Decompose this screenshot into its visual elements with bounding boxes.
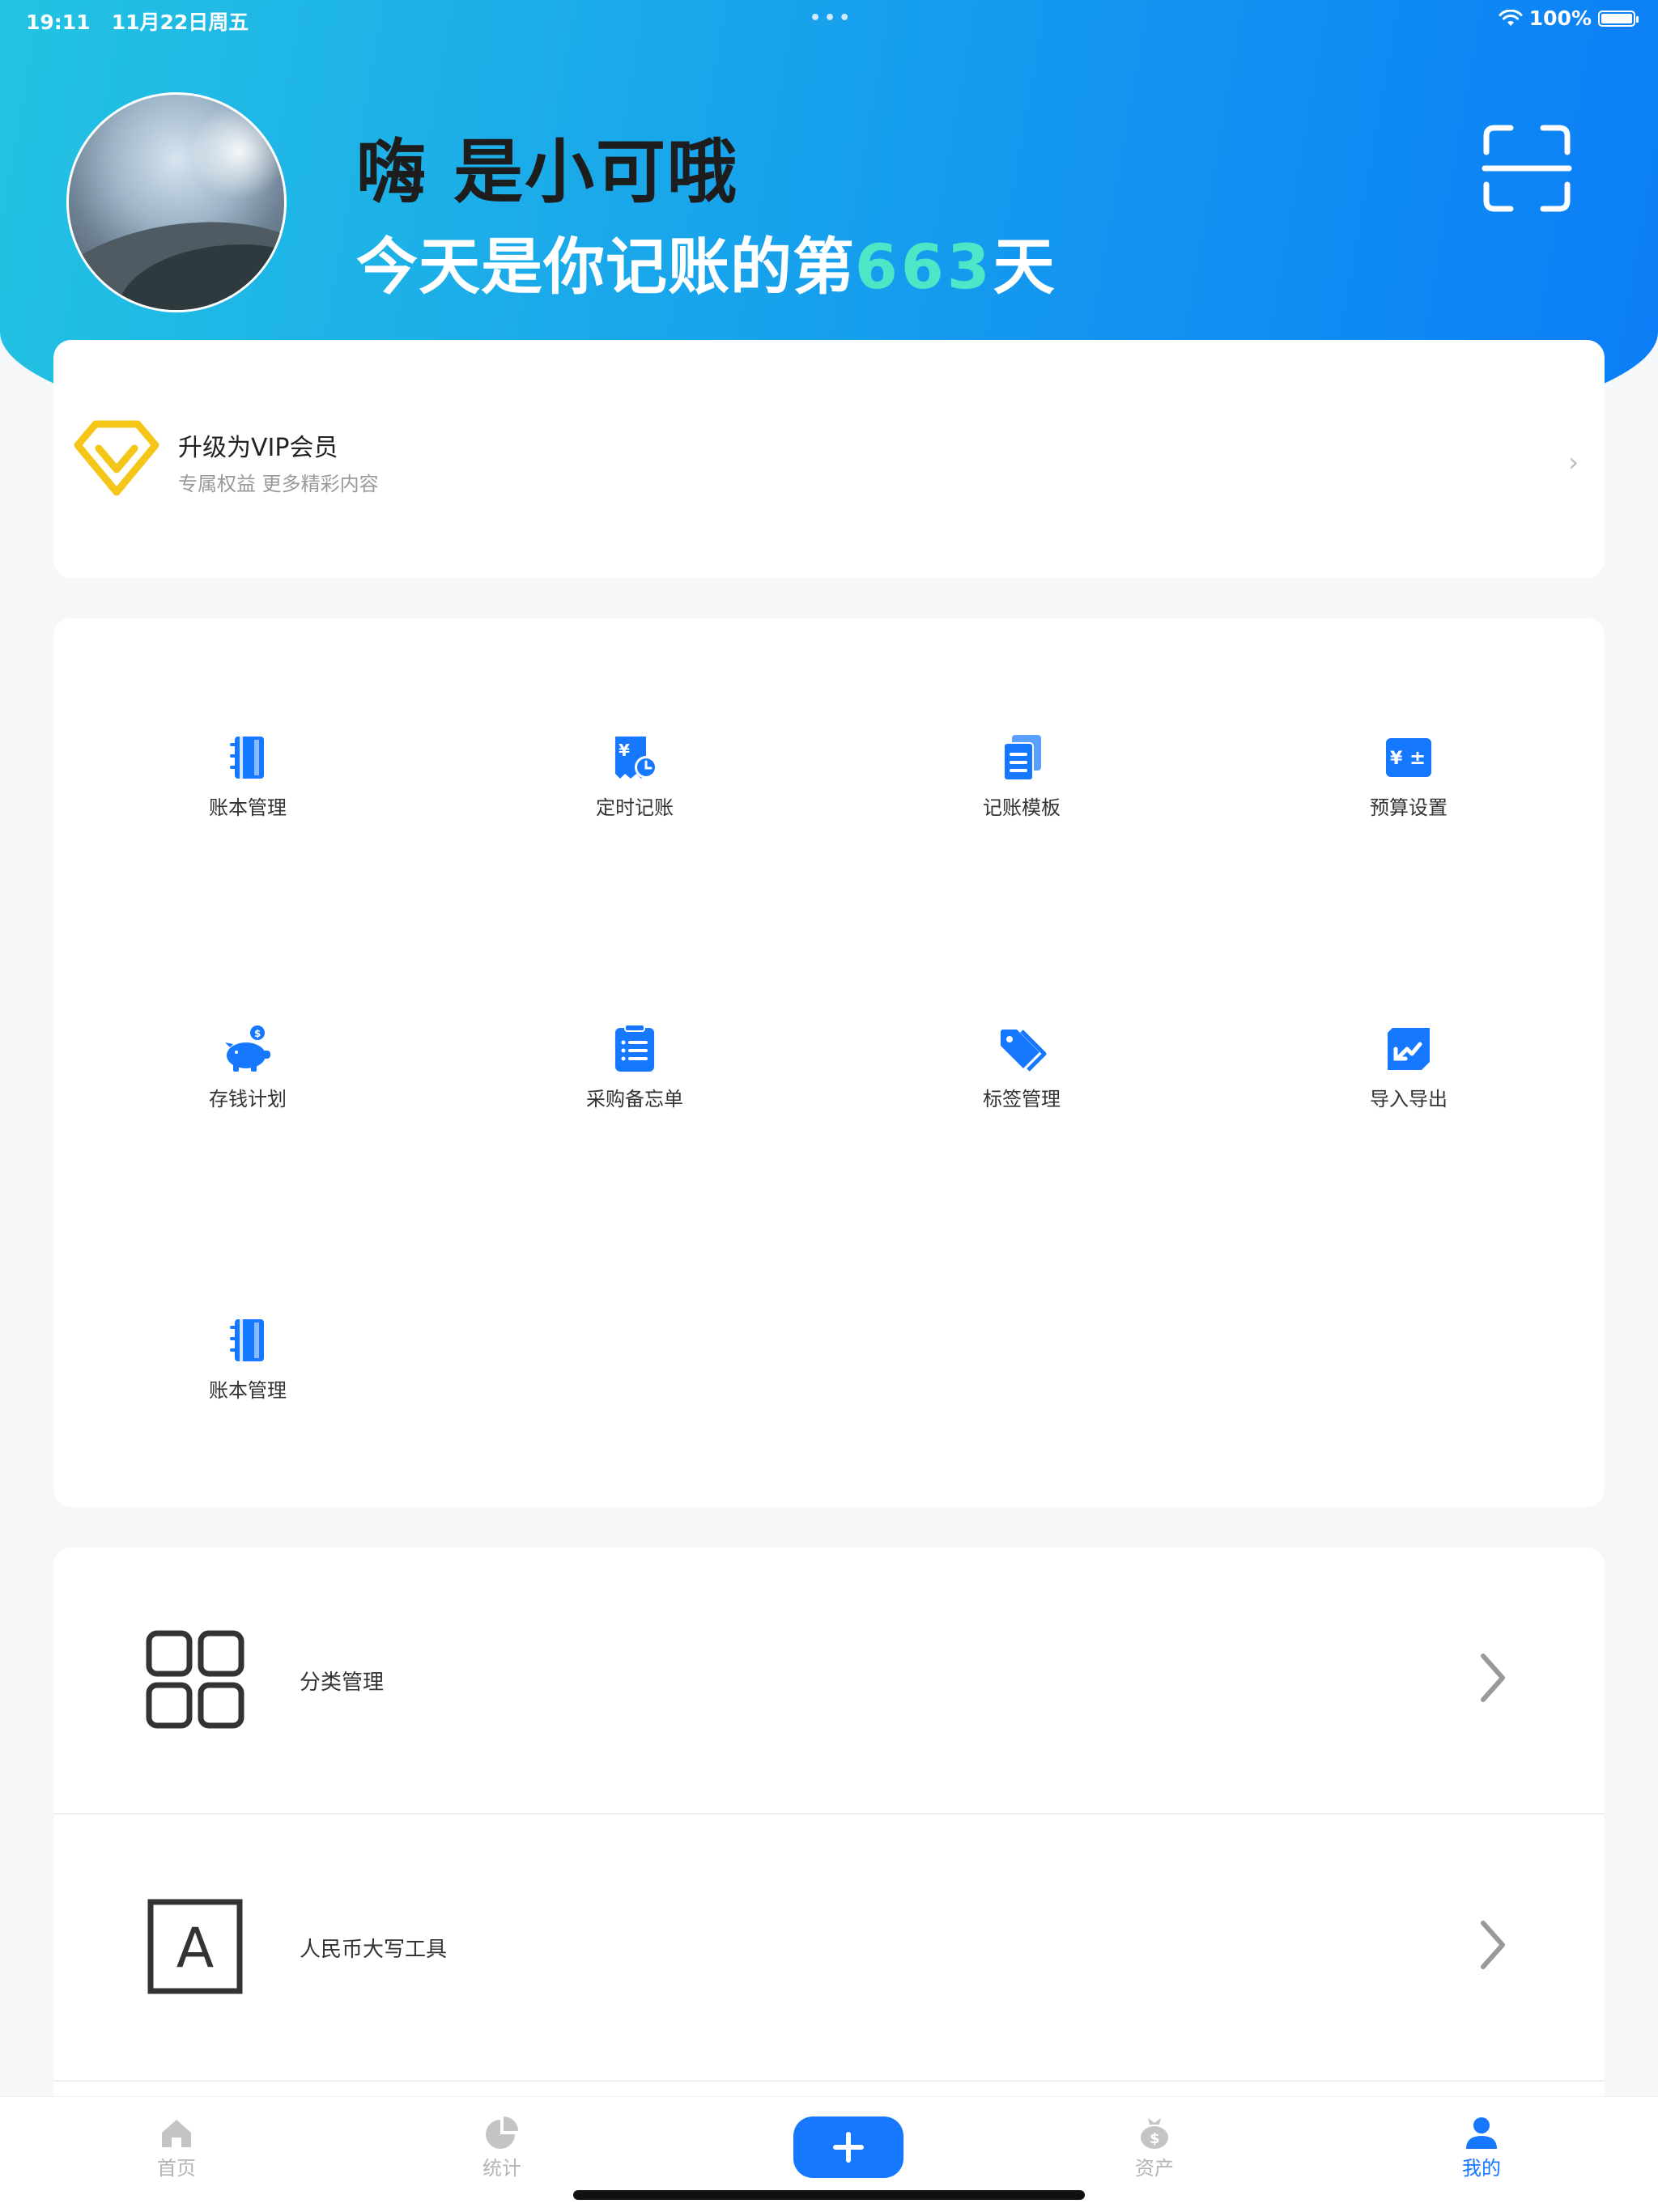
- battery-percent: 100%: [1528, 6, 1592, 30]
- vip-title: 升级为VIP会员: [178, 434, 338, 462]
- svg-text:¥: ¥: [1390, 749, 1403, 769]
- grid-item-purchase-memo[interactable]: 采购备忘单: [513, 1023, 756, 1136]
- grid-item-label: 采购备忘单: [586, 1088, 683, 1110]
- chevron-right-icon: ›: [1568, 447, 1579, 478]
- vip-diamond-icon: [74, 420, 159, 496]
- subtitle-suffix: 天: [993, 231, 1056, 303]
- budget-calculator-icon: ¥ ±: [1386, 738, 1431, 777]
- grid-item-bill-template[interactable]: 记账模板: [900, 732, 1143, 845]
- tab-label: 我的: [1462, 2157, 1501, 2180]
- tag-icon: [1001, 1030, 1047, 1072]
- status-bar: 19:11 11月22日周五 ••• 100%: [0, 0, 1658, 39]
- list-item-rmb-uppercase-tool[interactable]: A 人民币大写工具: [53, 1815, 1605, 2082]
- tab-home[interactable]: 首页: [112, 2115, 241, 2180]
- grid-item-budget-settings[interactable]: ¥ ± 预算设置: [1287, 732, 1530, 845]
- status-time-date: 19:11 11月22日周五: [26, 6, 249, 36]
- tab-statistics[interactable]: 统计: [437, 2115, 567, 2180]
- ledger-book-icon: [230, 737, 264, 779]
- grid-item-label: 账本管理: [209, 1379, 287, 1402]
- tab-label: 首页: [157, 2157, 196, 2180]
- money-bag-icon: $: [1141, 2118, 1168, 2149]
- status-right-group: 100%: [1499, 6, 1639, 30]
- grid-item-tag-management[interactable]: 标签管理: [900, 1023, 1143, 1136]
- chevron-right-icon: [1481, 1654, 1505, 1702]
- grid-item-import-export[interactable]: 导入导出: [1287, 1023, 1530, 1136]
- template-docs-icon: [1003, 735, 1041, 781]
- grid-item-ledger-management[interactable]: 账本管理: [126, 732, 369, 845]
- checklist-icon: [615, 1024, 654, 1072]
- tab-label: 资产: [1135, 2157, 1174, 2180]
- svg-text:¥: ¥: [619, 741, 630, 760]
- piggy-bank-icon: $: [225, 1025, 270, 1072]
- add-record-button[interactable]: [793, 2116, 903, 2178]
- home-indicator[interactable]: [573, 2190, 1085, 2200]
- tools-grid-card: 账本管理 ¥ 定时记账 记账模板 ¥ ± 预算设置 $ 存钱计划 采购备忘单 标…: [53, 618, 1605, 1507]
- greeting-title: 嗨 是小可哦: [356, 132, 738, 213]
- svg-text:$: $: [254, 1028, 261, 1039]
- days-count: 663: [855, 231, 993, 303]
- scheduled-bill-icon: ¥: [615, 737, 657, 779]
- wifi-icon: [1499, 9, 1523, 26]
- settings-list-card: 分类管理 A 人民币大写工具: [53, 1548, 1605, 2114]
- grid-item-scheduled-bill[interactable]: ¥ 定时记账: [513, 732, 756, 845]
- letter-a-icon: A: [147, 1899, 243, 1994]
- tab-label: 统计: [483, 2157, 521, 2180]
- grid-item-label: 定时记账: [596, 796, 674, 819]
- plus-icon: [833, 2132, 864, 2163]
- grid-item-label: 存钱计划: [209, 1088, 287, 1110]
- chevron-right-icon: [1481, 1921, 1505, 1969]
- category-grid-icon: [146, 1630, 244, 1729]
- svg-text:$: $: [1150, 2130, 1160, 2147]
- list-item-label: 分类管理: [300, 1671, 385, 1695]
- grid-item-label: 标签管理: [983, 1088, 1061, 1110]
- bookkeeping-days-text: 今天是你记账的第663天: [356, 217, 1056, 306]
- grid-item-label: 记账模板: [983, 796, 1061, 819]
- multitasking-dots[interactable]: •••: [810, 8, 853, 28]
- list-item-category-management[interactable]: 分类管理: [53, 1548, 1605, 1815]
- avatar[interactable]: [66, 92, 287, 312]
- grid-item-ledger-management-2[interactable]: 账本管理: [126, 1314, 369, 1428]
- import-export-icon: [1388, 1028, 1430, 1070]
- list-item-label: 人民币大写工具: [300, 1938, 448, 1962]
- grid-item-label: 账本管理: [209, 796, 287, 819]
- status-date: 11月22日周五: [111, 11, 249, 34]
- status-time: 19:11: [26, 11, 91, 34]
- pie-chart-icon: [486, 2116, 518, 2149]
- grid-item-savings-plan[interactable]: $ 存钱计划: [126, 1023, 369, 1136]
- home-icon: [162, 2120, 191, 2147]
- tab-mine[interactable]: 我的: [1417, 2115, 1546, 2180]
- subtitle-prefix: 今天是你记账的第: [356, 231, 855, 303]
- person-icon: [1466, 2117, 1497, 2149]
- grid-item-label: 预算设置: [1370, 796, 1448, 819]
- vip-subtitle: 专属权益 更多精彩内容: [178, 473, 379, 495]
- ledger-book-icon: [230, 1319, 264, 1361]
- grid-item-label: 导入导出: [1370, 1088, 1448, 1110]
- tab-assets[interactable]: $ 资产: [1090, 2115, 1219, 2180]
- letter-a-glyph: A: [176, 1917, 215, 1981]
- vip-upgrade-card[interactable]: 升级为VIP会员 专属权益 更多精彩内容 ›: [53, 340, 1605, 578]
- scan-icon[interactable]: [1482, 123, 1572, 214]
- svg-text:±: ±: [1409, 746, 1426, 769]
- battery-icon: [1598, 10, 1639, 27]
